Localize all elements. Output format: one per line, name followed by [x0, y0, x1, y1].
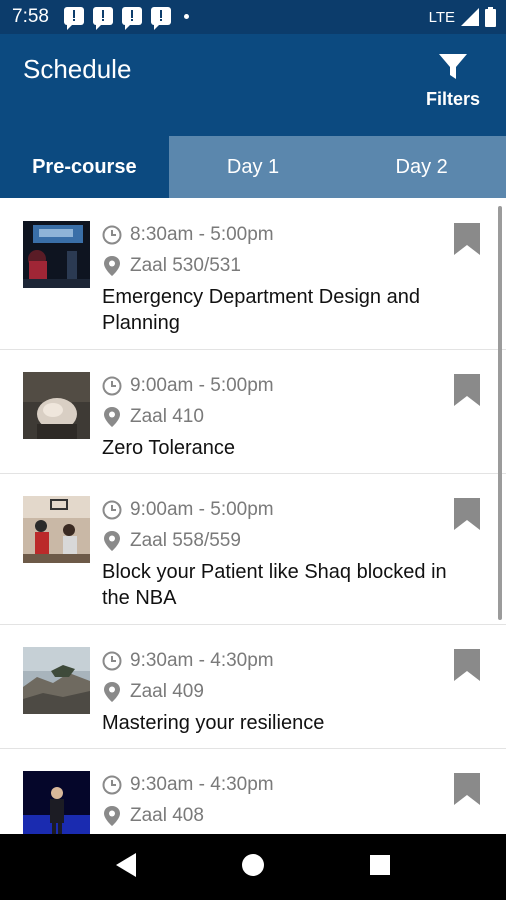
message-notification-icon — [64, 7, 84, 30]
session-row[interactable]: 9:00am - 5:00pm Zaal 558/559 Block your … — [0, 473, 506, 625]
system-nav-bar — [0, 834, 506, 900]
more-notifications-icon — [184, 13, 189, 19]
session-time-text: 8:30am - 5:00pm — [130, 224, 274, 245]
session-row[interactable]: 9:00am - 5:00pm Zaal 410 Zero Tolerance — [0, 349, 506, 474]
session-time-text: 9:00am - 5:00pm — [130, 375, 274, 396]
location-pin-icon — [104, 806, 120, 826]
page-title: Schedule — [23, 54, 132, 84]
filters-button[interactable]: Filters — [422, 52, 484, 110]
session-thumbnail — [23, 647, 90, 714]
session-location: Zaal 409 — [102, 681, 204, 703]
session-time: 9:00am - 5:00pm — [102, 499, 274, 521]
session-location: Zaal 558/559 — [102, 530, 241, 552]
session-time: 9:30am - 4:30pm — [102, 774, 274, 796]
session-row[interactable]: 9:30am - 4:30pm Zaal 408 — [0, 748, 506, 834]
session-time: 9:00am - 5:00pm — [102, 375, 274, 397]
battery-icon — [485, 7, 496, 27]
location-pin-icon — [104, 256, 120, 276]
filter-icon — [439, 54, 467, 79]
clock-icon — [102, 775, 122, 795]
recents-icon — [370, 855, 390, 875]
filters-label: Filters — [425, 89, 481, 109]
bookmark-icon — [454, 223, 480, 255]
message-notification-icon — [93, 7, 113, 30]
session-time: 8:30am - 5:00pm — [102, 224, 274, 246]
bookmark-button[interactable] — [454, 374, 480, 406]
network-type: LTE — [428, 8, 455, 26]
bookmark-button[interactable] — [454, 223, 480, 255]
session-location-text: Zaal 409 — [130, 681, 204, 702]
tab-label: Day 1 — [226, 155, 280, 178]
session-location-text: Zaal 410 — [130, 406, 204, 427]
session-row[interactable]: 9:30am - 4:30pm Zaal 409 Mastering your … — [0, 624, 506, 749]
session-location: Zaal 410 — [102, 406, 204, 428]
session-location-text: Zaal 530/531 — [130, 255, 241, 276]
bookmark-icon — [454, 649, 480, 681]
clock-icon — [102, 225, 122, 245]
session-thumbnail — [23, 771, 90, 834]
day-tabs: Pre-course Day 1 Day 2 — [0, 136, 506, 198]
home-button[interactable] — [242, 854, 264, 881]
session-title: Emergency Department Design and Planning — [102, 286, 420, 334]
session-thumbnail — [23, 221, 90, 288]
session-time: 9:30am - 4:30pm — [102, 650, 274, 672]
session-location: Zaal 530/531 — [102, 255, 241, 277]
session-thumbnail — [23, 496, 90, 563]
list-scrollbar[interactable] — [498, 206, 502, 620]
tab-day-2[interactable]: Day 2 — [337, 136, 506, 198]
bookmark-button[interactable] — [454, 773, 480, 805]
session-row[interactable]: 8:30am - 5:00pm Zaal 530/531 Emergency D… — [0, 198, 506, 350]
app-bar: Schedule Filters — [0, 34, 506, 136]
home-icon — [242, 854, 264, 876]
message-notification-icon — [151, 7, 171, 30]
bookmark-icon — [454, 498, 480, 530]
session-time-text: 9:30am - 4:30pm — [130, 650, 274, 671]
session-list: 8:30am - 5:00pm Zaal 530/531 Emergency D… — [0, 198, 506, 834]
tab-label: Day 2 — [395, 155, 448, 178]
clock-icon — [102, 376, 122, 396]
back-button[interactable] — [114, 852, 138, 883]
session-location-text: Zaal 558/559 — [130, 530, 241, 551]
session-location: Zaal 408 — [102, 805, 204, 827]
clock-icon — [102, 500, 122, 520]
signal-icon — [461, 8, 479, 26]
status-bar: 7:58 LTE — [0, 0, 506, 34]
session-title: Zero Tolerance — [102, 437, 236, 459]
tab-day-1[interactable]: Day 1 — [169, 136, 338, 198]
session-thumbnail — [23, 372, 90, 439]
session-time-text: 9:00am - 5:00pm — [130, 499, 274, 520]
session-time-text: 9:30am - 4:30pm — [130, 774, 274, 795]
session-location-text: Zaal 408 — [130, 805, 204, 826]
bookmark-icon — [454, 773, 480, 805]
back-icon — [116, 853, 136, 877]
bookmark-button[interactable] — [454, 649, 480, 681]
status-right: LTE — [429, 7, 496, 27]
session-title: Block your Patient like Shaq blocked in … — [102, 561, 447, 609]
bookmark-button[interactable] — [454, 498, 480, 530]
location-pin-icon — [104, 407, 120, 427]
recents-button[interactable] — [370, 855, 390, 880]
tab-pre-course[interactable]: Pre-course — [0, 136, 169, 198]
location-pin-icon — [104, 531, 120, 551]
notification-icons — [64, 7, 189, 30]
tab-label: Pre-course — [32, 155, 137, 178]
session-title: Mastering your resilience — [102, 712, 325, 734]
message-notification-icon — [122, 7, 142, 30]
bookmark-icon — [454, 374, 480, 406]
status-time: 7:58 — [12, 6, 49, 27]
location-pin-icon — [104, 682, 120, 702]
clock-icon — [102, 651, 122, 671]
